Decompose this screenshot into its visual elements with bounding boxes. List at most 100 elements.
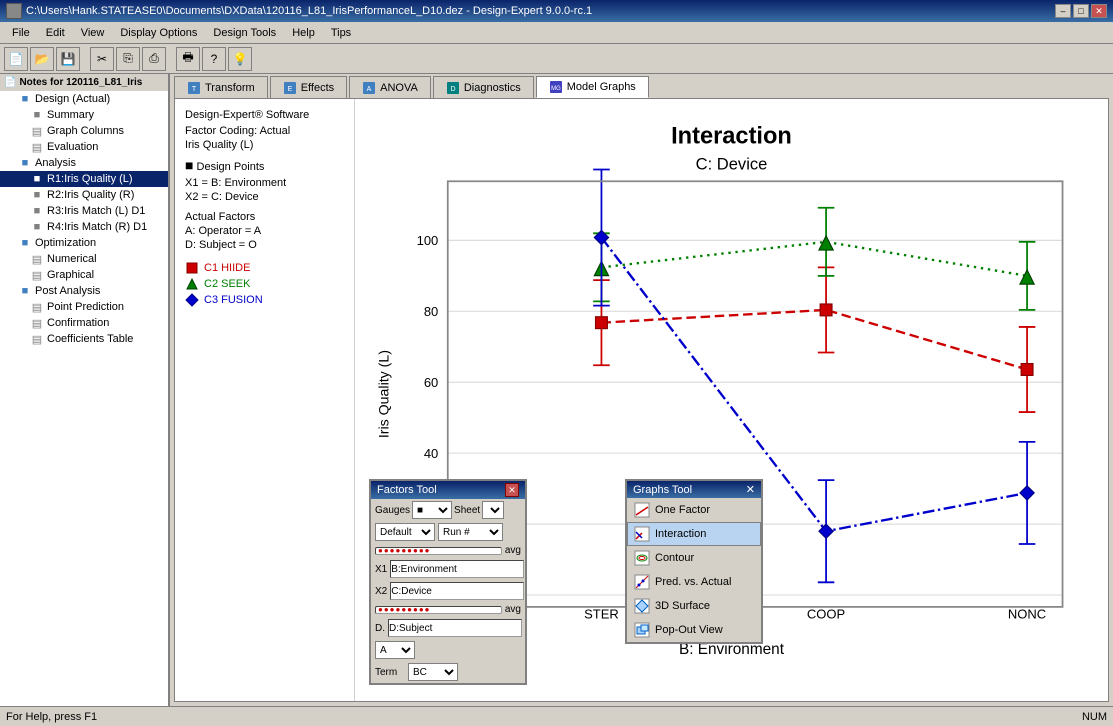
menu-item-design-tools[interactable]: Design Tools [205,25,284,41]
sidebar-item-coefficients-table[interactable]: ▤ Coefficients Table [0,331,168,347]
graphs-btn-interaction[interactable]: Interaction [627,522,761,546]
graphs-tool-close-button[interactable]: ✕ [746,483,755,496]
sidebar-item-r2[interactable]: ■ R2:Iris Quality (R) [0,187,168,203]
close-button[interactable]: ✕ [1091,4,1107,18]
factors-tool-close-button[interactable]: ✕ [505,483,519,497]
menu-item-help[interactable]: Help [284,25,323,41]
sidebar-item-r3[interactable]: ■ R3:Iris Match (L) D1 [0,203,168,219]
term-select[interactable]: BC [408,663,458,681]
sidebar-item-post-analysis[interactable]: ■ Post Analysis [0,283,168,299]
r1-icon: ■ [30,172,44,186]
legend-c2-label: C2 SEEK [204,278,250,290]
svg-text:40: 40 [424,446,438,461]
tab-transform[interactable]: T Transform [174,76,268,98]
menu-item-display-options[interactable]: Display Options [112,25,205,41]
d-slider[interactable]: ●●●●●●●●● [375,606,502,614]
graphs-tool: Graphs Tool ✕ One Factor [625,479,763,644]
sidebar-item-summary[interactable]: ■ Summary [0,107,168,123]
svg-text:Iris Quality (L): Iris Quality (L) [377,350,393,438]
x2-label: X2 = C: Device [185,191,344,203]
sidebar-item-point-prediction[interactable]: ▤ Point Prediction [0,299,168,315]
sidebar-item-design[interactable]: ■ Design (Actual) [0,91,168,107]
main-panel: Design-Expert® Software Factor Coding: A… [174,98,1109,702]
copy-button[interactable]: ⎘ [116,47,140,71]
tab-effects[interactable]: E Effects [270,76,347,98]
default-select[interactable]: Default [375,523,435,541]
pred-actual-icon [634,574,650,590]
cut-button[interactable]: ✂ [90,47,114,71]
content-area: T Transform E Effects A ANOVA D Diagnost… [170,74,1113,706]
open-button[interactable]: 📂 [30,47,54,71]
mg-icon: MG [549,80,563,94]
info-pane: Design-Expert® Software Factor Coding: A… [175,99,355,701]
help-button[interactable]: ? [202,47,226,71]
sidebar: 📄 Notes for 120116_L81_Iris ■ Design (Ac… [0,74,170,706]
pp-icon: ▤ [30,300,44,314]
one-factor-icon [634,502,650,518]
legend-item-c2: C2 SEEK [185,277,344,291]
paste-button[interactable]: ⎙ [142,47,166,71]
d-label: D. [375,623,385,634]
main-slider[interactable]: ●●●●●●●●● [375,547,502,555]
sidebar-item-analysis[interactable]: ■ Analysis [0,155,168,171]
legend-c1-label: C1 HIIDE [204,262,250,274]
graph-area: Interaction C: Device 0 20 [355,99,1108,701]
run-select[interactable]: Run # [438,523,503,541]
tab-model-graphs[interactable]: MG Model Graphs [536,76,649,98]
graphs-btn-one-factor[interactable]: One Factor [627,498,761,522]
sidebar-item-optimization[interactable]: ■ Optimization [0,235,168,251]
graphs-btn-3d-surface[interactable]: 3D Surface [627,594,761,618]
menu-item-edit[interactable]: Edit [38,25,73,41]
x1-input[interactable] [390,560,524,578]
new-button[interactable]: 📄 [4,47,28,71]
menu-item-file[interactable]: File [4,25,38,41]
svg-text:T: T [192,86,197,93]
gauges-select[interactable]: ■ [412,501,452,519]
design-icon: ■ [18,92,32,106]
sidebar-item-r4[interactable]: ■ R4:Iris Match (R) D1 [0,219,168,235]
sidebar-item-r1[interactable]: ■ R1:Iris Quality (L) [0,171,168,187]
svg-text:D: D [450,86,455,93]
x2-input[interactable] [390,582,524,600]
r4-icon: ■ [30,220,44,234]
menu-item-tips[interactable]: Tips [323,25,359,41]
svg-text:A: A [367,86,372,93]
anova-icon: A [362,81,376,95]
mode-indicator: NUM [1082,711,1107,723]
minimize-button[interactable]: – [1055,4,1071,18]
c1-legend-icon [185,261,199,275]
tips-button[interactable]: 💡 [228,47,252,71]
graphs-btn-contour[interactable]: Contour [627,546,761,570]
maximize-button[interactable]: □ [1073,4,1089,18]
tab-diagnostics[interactable]: D Diagnostics [433,76,534,98]
svg-text:80: 80 [424,304,438,319]
main-area: 📄 Notes for 120116_L81_Iris ■ Design (Ac… [0,74,1113,706]
tab-anova[interactable]: A ANOVA [349,76,431,98]
gauges-label: Gauges [375,505,410,516]
term-row: Term BC [371,661,525,683]
design-points-header: ■ Design Points [185,157,344,173]
avg-label-main: avg [505,545,521,556]
help-text: For Help, press F1 [6,711,97,723]
sheet-select[interactable]: ■ [482,501,504,519]
sidebar-item-graphical[interactable]: ▤ Graphical [0,267,168,283]
c3-legend-icon [185,293,199,307]
print-button[interactable]: 🖶 [176,47,200,71]
r3-icon: ■ [30,204,44,218]
graphs-btn-pred-actual[interactable]: Pred. vs. Actual [627,570,761,594]
menu-item-view[interactable]: View [73,25,113,41]
sidebar-item-graph-columns[interactable]: ▤ Graph Columns [0,123,168,139]
transform-icon: T [187,81,201,95]
a-select[interactable]: A [375,641,415,659]
sidebar-item-evaluation[interactable]: ▤ Evaluation [0,139,168,155]
3d-surface-icon [634,598,650,614]
d-slider-row: ●●●●●●●●● avg [371,602,525,617]
sidebar-item-confirmation[interactable]: ▤ Confirmation [0,315,168,331]
d-input[interactable] [388,619,522,637]
sidebar-item-numerical[interactable]: ▤ Numerical [0,251,168,267]
graphs-btn-popout[interactable]: Pop-Out View [627,618,761,642]
x2-row: X2 [371,580,525,602]
save-button[interactable]: 💾 [56,47,80,71]
graph-icon: ▤ [30,268,44,282]
num-icon: ▤ [30,252,44,266]
